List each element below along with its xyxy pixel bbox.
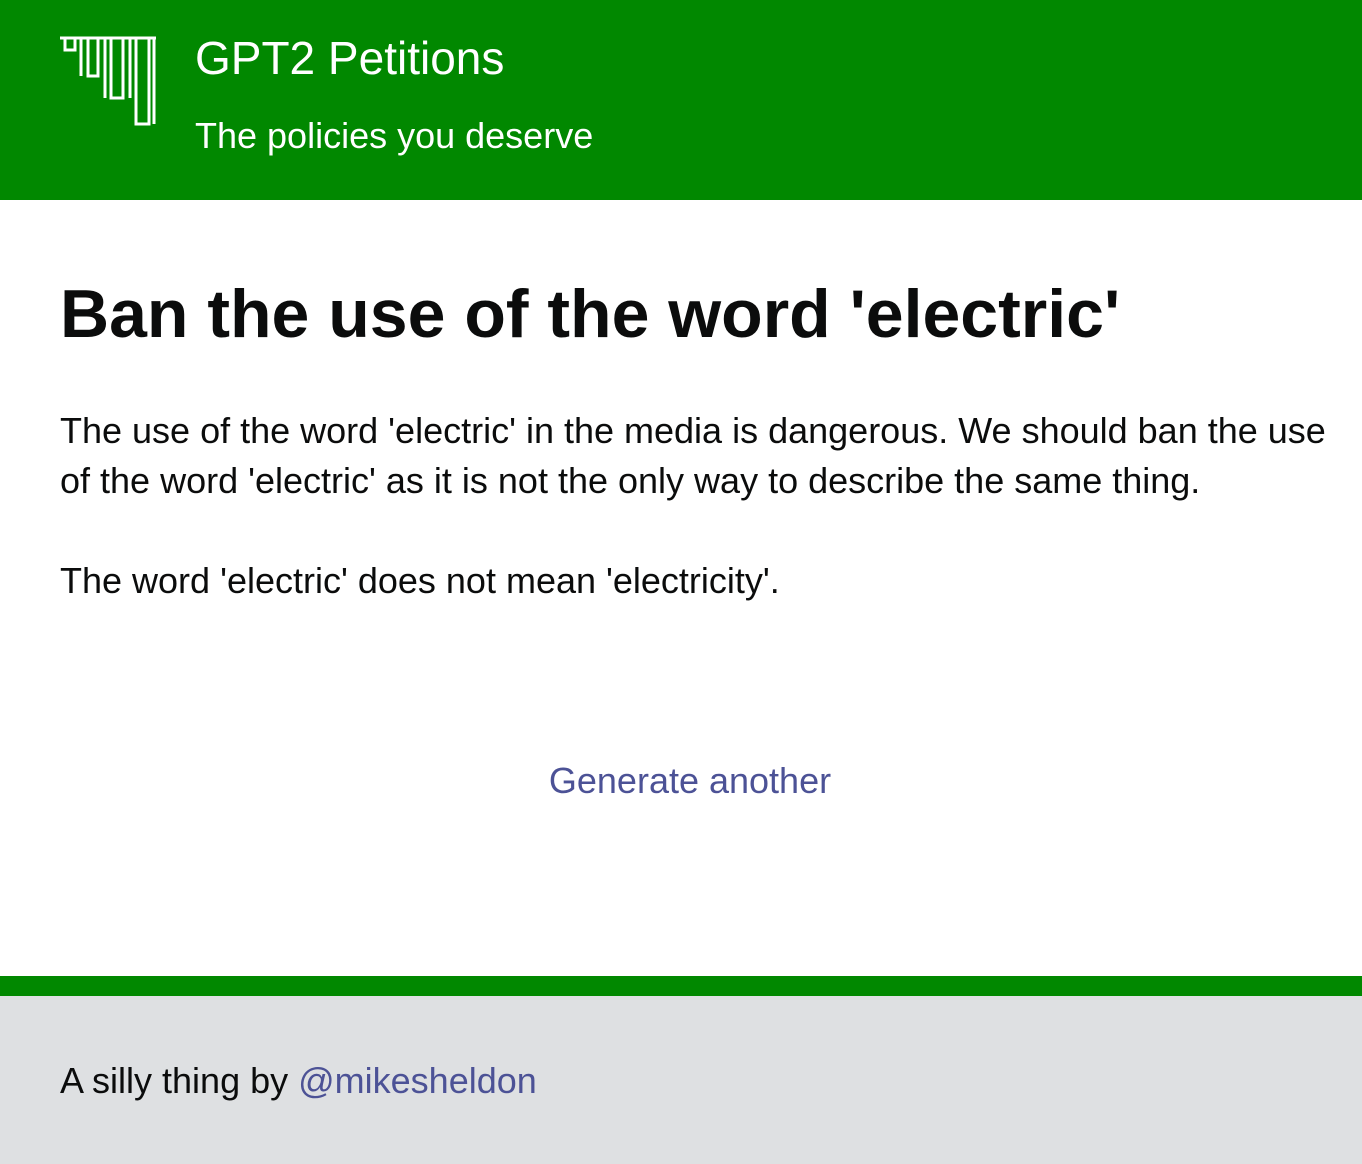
petition-title: Ban the use of the word 'electric' — [60, 276, 1121, 352]
petition-paragraph: The use of the word 'electric' in the me… — [60, 410, 1326, 501]
footer-divider-bar — [0, 976, 1362, 996]
petition-content: Ban the use of the word 'electric' The u… — [0, 200, 1362, 976]
footer-credit-prefix: A silly thing by — [60, 1060, 299, 1101]
site-title[interactable]: GPT2 Petitions — [195, 30, 504, 86]
author-link[interactable]: @mikesheldon — [298, 1060, 537, 1101]
site-footer: A silly thing by @mikesheldon — [0, 996, 1362, 1164]
logo-icon[interactable] — [58, 36, 158, 128]
generate-another-link[interactable]: Generate another — [0, 756, 1362, 806]
site-header: GPT2 Petitions The policies you deserve — [0, 0, 1362, 200]
footer-credit: A silly thing by @mikesheldon — [60, 1056, 537, 1106]
petition-body: The use of the word 'electric' in the me… — [60, 406, 1330, 656]
site-tagline: The policies you deserve — [195, 115, 594, 156]
petition-paragraph: The word 'electric' does not mean 'elect… — [60, 560, 780, 601]
